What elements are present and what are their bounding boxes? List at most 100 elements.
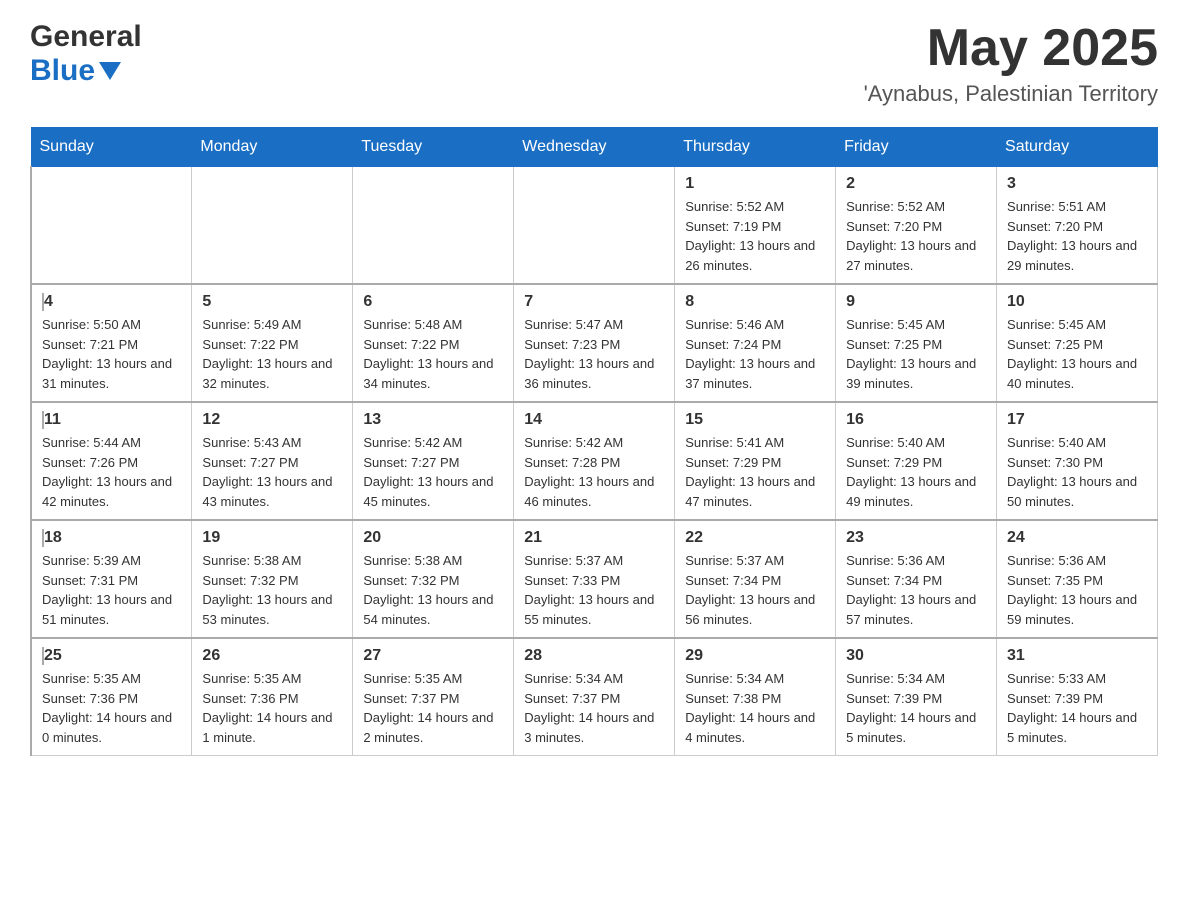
day-number: 15 (685, 411, 825, 429)
day-number: 3 (1007, 175, 1147, 193)
day-header-monday: Monday (192, 128, 353, 167)
logo-triangle-icon (99, 62, 121, 80)
calendar-cell: 5Sunrise: 5:49 AM Sunset: 7:22 PM Daylig… (192, 284, 353, 402)
month-title: May 2025 (864, 20, 1158, 77)
week-row-4: 18 Sunrise: 5:39 AM Sunset: 7:31 PM Dayli… (31, 520, 1158, 638)
day-info: Sunrise: 5:34 AM Sunset: 7:37 PM Dayligh… (524, 669, 664, 747)
calendar-table: SundayMondayTuesdayWednesdayThursdayFrid… (30, 127, 1158, 756)
day-number: 26 (202, 647, 342, 665)
calendar-cell: 17 Sunrise: 5:40 AM Sunset: 7:30 PM Dayli… (997, 402, 1158, 520)
calendar-cell: 12Sunrise: 5:43 AM Sunset: 7:27 PM Dayli… (192, 402, 353, 520)
day-number: 23 (846, 529, 986, 547)
day-number: 18 (42, 529, 181, 547)
day-info: Sunrise: 5:46 AM Sunset: 7:24 PM Dayligh… (685, 315, 825, 393)
calendar-cell (192, 167, 353, 285)
calendar-cell: 23 Sunrise: 5:36 AM Sunset: 7:34 PM Dayli… (836, 520, 997, 638)
day-number: 9 (846, 293, 986, 311)
day-number: 12 (202, 411, 342, 429)
day-number: 8 (685, 293, 825, 311)
week-row-5: 25 Sunrise: 5:35 AM Sunset: 7:36 PM Dayli… (31, 638, 1158, 756)
day-header-saturday: Saturday (997, 128, 1158, 167)
days-header-row: SundayMondayTuesdayWednesdayThursdayFrid… (31, 128, 1158, 167)
calendar-cell: 18 Sunrise: 5:39 AM Sunset: 7:31 PM Dayli… (31, 520, 192, 638)
day-info: Sunrise: 5:34 AM Sunset: 7:39 PM Dayligh… (846, 669, 986, 747)
day-info: Sunrise: 5:36 AM Sunset: 7:35 PM Dayligh… (1007, 551, 1147, 629)
day-number: 22 (685, 529, 825, 547)
day-info: Sunrise: 5:52 AM Sunset: 7:19 PM Dayligh… (685, 197, 825, 275)
day-number: 16 (846, 411, 986, 429)
day-info: Sunrise: 5:50 AM Sunset: 7:21 PM Dayligh… (42, 315, 181, 393)
calendar-cell: 11 Sunrise: 5:44 AM Sunset: 7:26 PM Dayli… (31, 402, 192, 520)
calendar-cell: 21Sunrise: 5:37 AM Sunset: 7:33 PM Dayli… (514, 520, 675, 638)
day-info: Sunrise: 5:45 AM Sunset: 7:25 PM Dayligh… (846, 315, 986, 393)
day-number: 10 (1007, 293, 1147, 311)
day-number: 17 (1007, 411, 1147, 429)
day-info: Sunrise: 5:38 AM Sunset: 7:32 PM Dayligh… (202, 551, 342, 629)
calendar-cell: 19Sunrise: 5:38 AM Sunset: 7:32 PM Dayli… (192, 520, 353, 638)
calendar-cell: 7Sunrise: 5:47 AM Sunset: 7:23 PM Daylig… (514, 284, 675, 402)
day-number: 27 (363, 647, 503, 665)
day-info: Sunrise: 5:44 AM Sunset: 7:26 PM Dayligh… (42, 433, 181, 511)
day-number: 30 (846, 647, 986, 665)
calendar-cell: 2Sunrise: 5:52 AM Sunset: 7:20 PM Daylig… (836, 167, 997, 285)
day-info: Sunrise: 5:38 AM Sunset: 7:32 PM Dayligh… (363, 551, 503, 629)
day-number: 20 (363, 529, 503, 547)
day-info: Sunrise: 5:40 AM Sunset: 7:29 PM Dayligh… (846, 433, 986, 511)
day-info: Sunrise: 5:51 AM Sunset: 7:20 PM Dayligh… (1007, 197, 1147, 275)
day-number: 4 (42, 293, 181, 311)
calendar-cell: 14 Sunrise: 5:42 AM Sunset: 7:28 PM Dayli… (514, 402, 675, 520)
calendar-cell: 31 Sunrise: 5:33 AM Sunset: 7:39 PM Dayli… (997, 638, 1158, 756)
calendar-cell: 30 Sunrise: 5:34 AM Sunset: 7:39 PM Dayli… (836, 638, 997, 756)
calendar-cell: 8 Sunrise: 5:46 AM Sunset: 7:24 PM Daylig… (675, 284, 836, 402)
day-number: 7 (524, 293, 664, 311)
day-header-wednesday: Wednesday (514, 128, 675, 167)
day-header-friday: Friday (836, 128, 997, 167)
calendar-cell: 24 Sunrise: 5:36 AM Sunset: 7:35 PM Dayli… (997, 520, 1158, 638)
day-info: Sunrise: 5:41 AM Sunset: 7:29 PM Dayligh… (685, 433, 825, 511)
day-number: 11 (42, 411, 181, 429)
calendar-cell: 3 Sunrise: 5:51 AM Sunset: 7:20 PM Daylig… (997, 167, 1158, 285)
day-info: Sunrise: 5:35 AM Sunset: 7:37 PM Dayligh… (363, 669, 503, 747)
logo-name-bottom: Blue (30, 54, 95, 88)
day-number: 28 (524, 647, 664, 665)
day-number: 13 (363, 411, 503, 429)
day-number: 21 (524, 529, 664, 547)
week-row-3: 11 Sunrise: 5:44 AM Sunset: 7:26 PM Dayli… (31, 402, 1158, 520)
day-header-sunday: Sunday (31, 128, 192, 167)
calendar-cell: 13 Sunrise: 5:42 AM Sunset: 7:27 PM Dayli… (353, 402, 514, 520)
day-number: 2 (846, 175, 986, 193)
title-section: May 2025 'Aynabus, Palestinian Territory (864, 20, 1158, 107)
day-number: 29 (685, 647, 825, 665)
day-info: Sunrise: 5:34 AM Sunset: 7:38 PM Dayligh… (685, 669, 825, 747)
calendar-cell: 16 Sunrise: 5:40 AM Sunset: 7:29 PM Dayli… (836, 402, 997, 520)
day-info: Sunrise: 5:42 AM Sunset: 7:27 PM Dayligh… (363, 433, 503, 511)
day-info: Sunrise: 5:35 AM Sunset: 7:36 PM Dayligh… (202, 669, 342, 747)
day-header-tuesday: Tuesday (353, 128, 514, 167)
calendar-cell: 4 Sunrise: 5:50 AM Sunset: 7:21 PM Daylig… (31, 284, 192, 402)
day-info: Sunrise: 5:36 AM Sunset: 7:34 PM Dayligh… (846, 551, 986, 629)
day-info: Sunrise: 5:45 AM Sunset: 7:25 PM Dayligh… (1007, 315, 1147, 393)
day-number: 25 (42, 647, 181, 665)
calendar-cell (31, 167, 192, 285)
day-info: Sunrise: 5:48 AM Sunset: 7:22 PM Dayligh… (363, 315, 503, 393)
day-number: 14 (524, 411, 664, 429)
week-row-2: 4 Sunrise: 5:50 AM Sunset: 7:21 PM Daylig… (31, 284, 1158, 402)
day-info: Sunrise: 5:42 AM Sunset: 7:28 PM Dayligh… (524, 433, 664, 511)
week-row-1: 1 Sunrise: 5:52 AM Sunset: 7:19 PM Daylig… (31, 167, 1158, 285)
calendar-cell (353, 167, 514, 285)
day-info: Sunrise: 5:37 AM Sunset: 7:34 PM Dayligh… (685, 551, 825, 629)
day-number: 24 (1007, 529, 1147, 547)
day-info: Sunrise: 5:40 AM Sunset: 7:30 PM Dayligh… (1007, 433, 1147, 511)
calendar-cell: 22 Sunrise: 5:37 AM Sunset: 7:34 PM Dayli… (675, 520, 836, 638)
day-info: Sunrise: 5:39 AM Sunset: 7:31 PM Dayligh… (42, 551, 181, 629)
location-title: 'Aynabus, Palestinian Territory (864, 81, 1158, 107)
day-number: 1 (685, 175, 825, 193)
calendar-cell: 20 Sunrise: 5:38 AM Sunset: 7:32 PM Dayli… (353, 520, 514, 638)
logo: General Blue (30, 20, 142, 88)
day-info: Sunrise: 5:35 AM Sunset: 7:36 PM Dayligh… (42, 669, 181, 747)
day-info: Sunrise: 5:33 AM Sunset: 7:39 PM Dayligh… (1007, 669, 1147, 747)
day-header-thursday: Thursday (675, 128, 836, 167)
day-number: 31 (1007, 647, 1147, 665)
calendar-cell: 28 Sunrise: 5:34 AM Sunset: 7:37 PM Dayli… (514, 638, 675, 756)
day-info: Sunrise: 5:49 AM Sunset: 7:22 PM Dayligh… (202, 315, 342, 393)
